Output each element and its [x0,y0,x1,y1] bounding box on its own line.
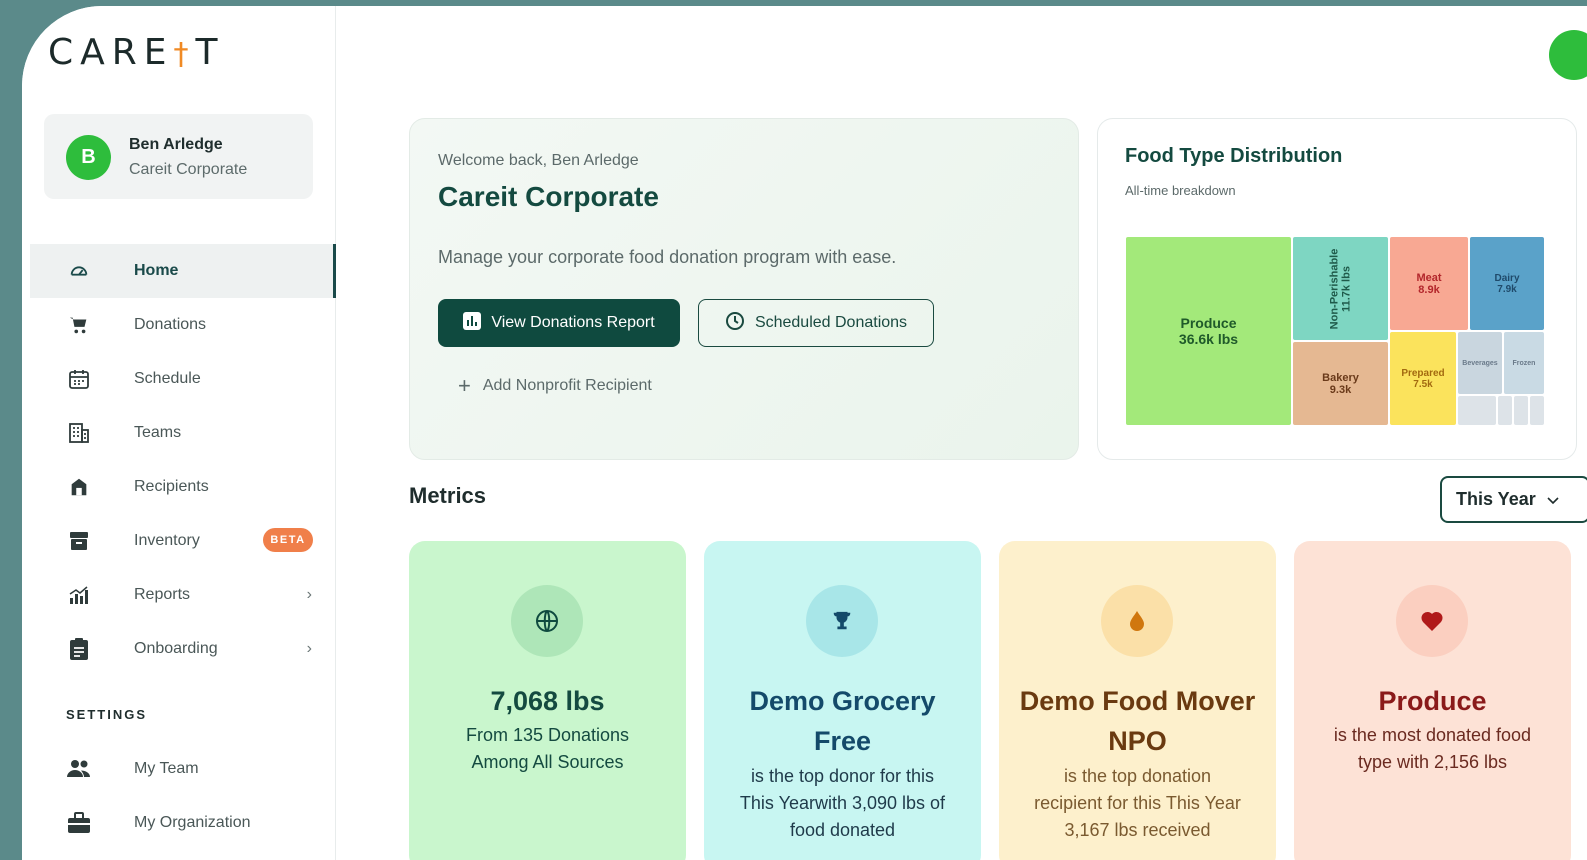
people-icon [66,756,92,782]
sidebar-item-label: My Team [134,760,199,777]
view-donations-report-button[interactable]: View Donations Report [438,299,680,347]
archive-icon [66,528,92,554]
carrot-icon: † [173,37,196,72]
app-window: CARE†T B Ben Arledge Careit Corporate Ho… [22,6,1587,860]
user-organization: Careit Corporate [129,161,248,178]
building-icon [66,420,92,446]
sidebar-item-donations[interactable]: Donations [30,298,336,352]
sidebar-item-reports[interactable]: Reports › [30,568,336,622]
sidebar-item-label: Recipients [134,478,209,495]
chevron-down-icon [1546,489,1560,510]
food-type-distribution-card: Food Type Distribution All-time breakdow… [1097,118,1577,460]
metric-value: 7,068 lbs [490,686,605,716]
sidebar-item-inventory[interactable]: Inventory BETA [30,514,336,568]
chart-title: Food Type Distribution [1125,145,1343,167]
chevron-right-icon: › [306,640,312,657]
clock-icon [725,311,745,336]
treemap-tile-other[interactable] [1513,395,1529,426]
sidebar-item-label: Schedule [134,370,201,387]
sidebar-item-label: Teams [134,424,182,441]
period-select[interactable]: This Year [1440,476,1587,523]
main-nav: Home Donations Schedule Teams Recipients… [30,244,336,676]
briefcase-icon [66,810,92,836]
metric-card-top-recipient: Demo Food Mover NPO is the top donation … [999,541,1276,860]
metric-card-top-food-type: Produce is the most donated food type wi… [1294,541,1571,860]
metric-description: is the most donated food type with 2,156… [1333,725,1532,772]
settings-nav: My Team My Organization [30,742,336,850]
treemap-tile-non-perishable[interactable]: Non-Perishable 11.7k lbs [1292,236,1389,341]
treemap-tile-beverages[interactable]: Beverages [1457,331,1503,395]
metric-value: Demo Food Mover NPO [1019,686,1256,756]
trophy-icon [806,585,878,657]
chevron-right-icon: › [306,586,312,603]
add-nonprofit-recipient-link[interactable]: + Add Nonprofit Recipient [458,373,652,398]
sidebar-item-label: My Organization [134,814,251,831]
report-icon [463,311,482,335]
avatar: B [66,135,111,180]
shop-icon [66,474,92,500]
clipboard-icon [66,636,92,662]
metric-description: is the top donation recipient for this T… [1034,766,1241,840]
dashboard-icon [66,258,92,284]
treemap-tile-bakery[interactable]: Bakery 9.3k [1292,341,1389,426]
metric-value: Demo Grocery Free [749,686,936,756]
user-name: Ben Arledge [129,136,223,153]
treemap-tile-other[interactable] [1529,395,1545,426]
beta-badge: BETA [263,528,313,552]
welcome-description: Manage your corporate food donation prog… [438,247,897,267]
metric-value: Produce [1378,686,1487,716]
treemap-tile-other[interactable] [1497,395,1513,426]
treemap-tile-produce[interactable]: Produce 36.6k lbs [1125,236,1292,426]
food-treemap: Produce 36.6k lbs Non-Perishable 11.7k l… [1125,236,1545,426]
metrics-heading: Metrics [409,483,487,508]
sidebar: CARE†T B Ben Arledge Careit Corporate Ho… [22,6,336,860]
treemap-tile-prepared[interactable]: Prepared 7.5k [1389,331,1457,426]
sidebar-item-label: Home [134,262,179,279]
sidebar-item-label: Inventory [134,532,200,549]
treemap-tile-other[interactable] [1457,395,1497,426]
welcome-subtitle: Welcome back, Ben Arledge [438,152,639,169]
sidebar-item-teams[interactable]: Teams [30,406,336,460]
page-title: Careit Corporate [438,181,659,212]
sidebar-item-label: Reports [134,586,191,603]
cart-icon [66,312,92,338]
user-card[interactable]: B Ben Arledge Careit Corporate [44,114,313,199]
bar-chart-icon [66,582,92,608]
scheduled-donations-button[interactable]: Scheduled Donations [698,299,934,347]
heart-icon [1396,585,1468,657]
globe-icon [511,585,583,657]
sidebar-item-onboarding[interactable]: Onboarding › [30,622,336,676]
metric-description: is the top donor for this This Yearwith … [739,766,946,840]
drop-icon [1101,585,1173,657]
treemap-tile-meat[interactable]: Meat 8.9k [1389,236,1469,331]
metric-description: From 135 Donations Among All Sources [465,725,630,772]
welcome-card: Welcome back, Ben Arledge Careit Corpora… [409,118,1079,460]
sidebar-item-schedule[interactable]: Schedule [30,352,336,406]
sidebar-item-recipients[interactable]: Recipients [30,460,336,514]
sidebar-item-my-organization[interactable]: My Organization [30,796,336,850]
metric-card-total-donated: 7,068 lbs From 135 Donations Among All S… [409,541,686,860]
metric-card-top-donor: Demo Grocery Free is the top donor for t… [704,541,981,860]
sidebar-item-my-team[interactable]: My Team [30,742,336,796]
plus-icon: + [458,373,471,398]
careit-logo[interactable]: CARE†T [48,32,225,73]
treemap-tile-dairy[interactable]: Dairy 7.9k [1469,236,1545,331]
settings-heading: SETTINGS [66,707,148,722]
treemap-tile-frozen[interactable]: Frozen [1503,331,1545,395]
chart-subtitle: All-time breakdown [1125,183,1236,198]
sidebar-item-home[interactable]: Home [30,244,336,298]
sidebar-item-label: Donations [134,316,207,333]
sidebar-item-label: Onboarding [134,640,218,657]
header-avatar[interactable] [1549,30,1587,80]
calendar-icon [66,366,92,392]
